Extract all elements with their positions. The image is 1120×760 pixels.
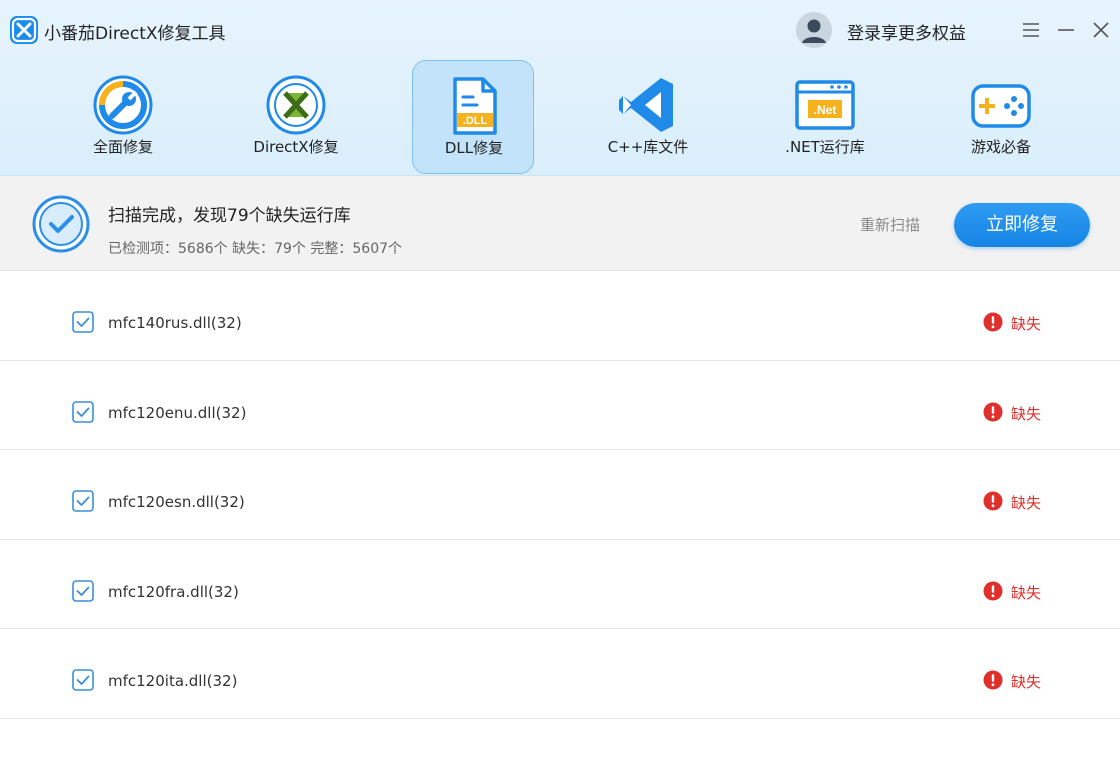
list-item: mfc120esn.dll(32) 缺失	[0, 450, 1120, 540]
error-icon	[983, 670, 1003, 690]
tab-game-essentials[interactable]: 游戏必备	[940, 60, 1062, 174]
status-label: 缺失	[1011, 583, 1042, 602]
app-logo-icon	[10, 16, 38, 44]
scan-stats: 已检测项：5686个 缺失：79个 完整：5607个	[108, 238, 402, 258]
tab-directx-repair[interactable]: DirectX修复	[235, 60, 357, 174]
list-item: mfc120ita.dll(32) 缺失	[0, 629, 1120, 719]
user-avatar-icon[interactable]	[796, 12, 832, 48]
status-label: 缺失	[1011, 404, 1042, 423]
file-name: mfc140rus.dll(32)	[108, 314, 242, 332]
visual-studio-icon	[619, 78, 673, 132]
app-title: 小番茄DirectX修复工具	[44, 24, 226, 44]
checkbox-checked-icon[interactable]	[72, 400, 94, 423]
tab-label: DLL修复	[444, 139, 504, 157]
list-item: mfc120enu.dll(32) 缺失	[0, 361, 1120, 450]
error-icon	[983, 581, 1003, 600]
tab-dll-repair[interactable]: .DLL DLL修复	[412, 60, 534, 174]
missing-file-list: mfc140rus.dll(32) 缺失 mfc120enu.dll(32) 缺…	[0, 271, 1120, 719]
status-label: 缺失	[1011, 673, 1042, 691]
tab-label: 全面修复	[92, 138, 153, 156]
wrench-icon	[93, 75, 153, 135]
dotnet-icon-text: .Net	[814, 103, 837, 117]
file-name: mfc120enu.dll(32)	[108, 403, 247, 422]
tool-nav: 全面修复 DirectX修复 .DLL DLL修复 C++库文件 .Net .N…	[0, 60, 1120, 176]
status-label: 缺失	[1011, 315, 1042, 333]
fix-now-button[interactable]: 立即修复	[954, 203, 1090, 247]
scan-result-title: 扫描完成，发现79个缺失运行库	[108, 206, 351, 226]
scan-summary: 扫描完成，发现79个缺失运行库 已检测项：5686个 缺失：79个 完整：560…	[0, 176, 1120, 271]
file-name: mfc120fra.dll(32)	[108, 582, 239, 601]
app-header: 小番茄DirectX修复工具 登录享更多权益 全面修复 DirectX修复 .D…	[0, 0, 1120, 176]
error-icon	[983, 402, 1003, 421]
error-icon	[983, 312, 1003, 332]
directx-icon	[266, 75, 326, 135]
checkbox-checked-icon[interactable]	[72, 669, 94, 691]
dll-icon-text: .DLL	[463, 115, 488, 127]
complete-label: 完整：	[310, 241, 353, 257]
missing-count: 79个	[274, 241, 306, 257]
tab-dotnet-runtime[interactable]: .Net .NET运行库	[764, 60, 886, 174]
checkbox-checked-icon[interactable]	[72, 579, 94, 602]
checkbox-checked-icon[interactable]	[72, 311, 94, 333]
list-item: mfc120fra.dll(32) 缺失	[0, 540, 1120, 629]
tab-label: C++库文件	[607, 138, 689, 156]
status-label: 缺失	[1011, 494, 1042, 512]
checked-count: 5686个	[178, 241, 228, 257]
menu-icon[interactable]	[1019, 18, 1043, 42]
tab-label: DirectX修复	[253, 138, 339, 156]
dll-file-icon: .DLL	[453, 77, 497, 135]
dotnet-window-icon: .Net	[795, 80, 855, 130]
tab-label: .NET运行库	[785, 138, 865, 156]
file-name: mfc120esn.dll(32)	[108, 493, 245, 511]
gamepad-icon	[971, 84, 1031, 128]
title-bar: 小番茄DirectX修复工具 登录享更多权益	[0, 0, 1120, 60]
file-name: mfc120ita.dll(32)	[108, 672, 238, 690]
tab-full-repair[interactable]: 全面修复	[62, 60, 184, 174]
checked-label: 已检测项：	[108, 241, 178, 257]
tab-label: 游戏必备	[970, 138, 1031, 156]
missing-label: 缺失：	[232, 241, 275, 257]
tab-cpp-libraries[interactable]: C++库文件	[587, 60, 709, 174]
close-icon[interactable]	[1089, 18, 1113, 42]
checkbox-checked-icon[interactable]	[72, 490, 94, 512]
login-link[interactable]: 登录享更多权益	[847, 19, 966, 44]
error-icon	[983, 491, 1003, 511]
list-item: mfc140rus.dll(32) 缺失	[0, 271, 1120, 361]
complete-count: 5607个	[352, 241, 403, 257]
check-circle-icon	[32, 195, 90, 253]
rescan-link[interactable]: 重新扫描	[860, 214, 920, 235]
minimize-icon[interactable]	[1054, 18, 1078, 42]
